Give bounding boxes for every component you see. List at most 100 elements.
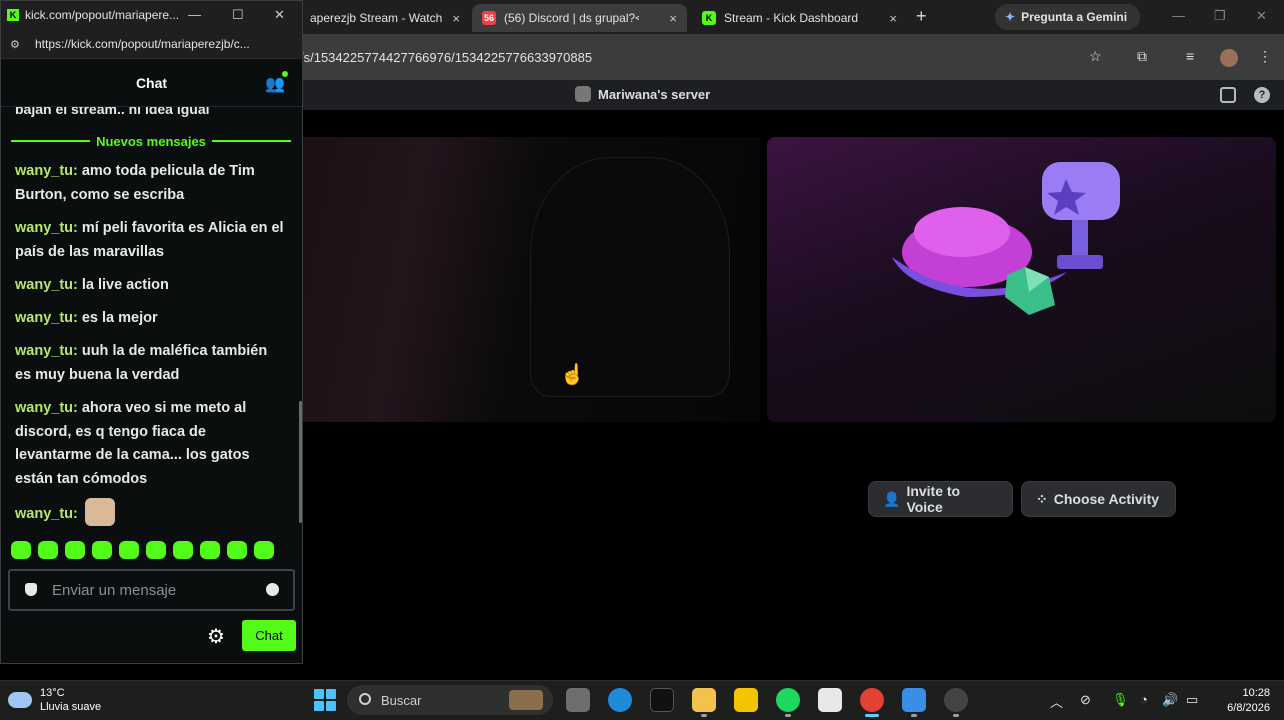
minimize-icon[interactable]: — — [188, 7, 201, 22]
badge-shield-icon[interactable] — [25, 583, 37, 596]
battery-icon[interactable]: ▭ — [1186, 692, 1198, 708]
inbox-icon[interactable] — [1220, 87, 1236, 103]
emote-icon[interactable] — [146, 541, 166, 559]
chat-settings-gear-icon[interactable]: ⚙ — [207, 624, 225, 649]
maximize-icon[interactable]: ❐ — [1214, 8, 1226, 24]
close-window-icon[interactable]: ✕ — [274, 7, 285, 23]
emote-icon[interactable] — [227, 541, 247, 559]
emote-icon[interactable] — [254, 541, 274, 559]
mouse-cursor-icon: ☝ — [560, 364, 585, 386]
trophy-illustration — [892, 162, 1120, 315]
chat-username[interactable]: wany_tu: — [15, 400, 78, 416]
chat-username[interactable]: wany_tu: — [15, 343, 78, 359]
activity-tile — [767, 137, 1276, 422]
wifi-icon[interactable]: ◔ — [1140, 692, 1148, 707]
tab-kick-dashboard[interactable]: K Stream - Kick Dashboard × — [692, 4, 907, 32]
invite-to-voice-button[interactable]: 👤 Invite to Voice — [868, 481, 1013, 517]
start-button[interactable] — [314, 689, 336, 711]
chat-scrollbar[interactable] — [299, 401, 302, 523]
choose-activity-button[interactable]: ⁘ Choose Activity — [1021, 481, 1176, 517]
close-tab-icon[interactable]: × — [452, 11, 460, 26]
profile-avatar[interactable] — [1220, 49, 1238, 67]
extensions-icon[interactable]: ⧉ — [1137, 48, 1147, 65]
store-icon[interactable] — [818, 688, 842, 712]
rain-cloud-icon — [8, 692, 32, 708]
photos-icon[interactable] — [902, 688, 926, 712]
chat-message: wany_tu: la live action — [15, 274, 285, 298]
sticky-notes-icon[interactable] — [734, 688, 758, 712]
location-off-icon[interactable]: ⊘ — [1080, 692, 1091, 708]
tray-chevron-icon[interactable]: ︿ — [1050, 692, 1063, 711]
task-view-icon[interactable] — [566, 688, 590, 712]
chat-message-input[interactable]: Enviar un mensaje — [8, 569, 295, 611]
weather-widget[interactable]: 13°C Lluvia suave — [8, 686, 101, 714]
windows-taskbar — [0, 680, 1284, 720]
close-tab-icon[interactable]: × — [889, 11, 897, 26]
chat-messages[interactable]: bajan el stream.. ni idea igual Nuevos m… — [1, 107, 300, 537]
emote-icon[interactable] — [11, 541, 31, 559]
close-window-icon[interactable]: ✕ — [1256, 8, 1267, 24]
gemini-button[interactable]: ✦ Pregunta a Gemini — [995, 4, 1140, 30]
chat-username[interactable]: wany_tu: — [15, 163, 78, 179]
online-indicator — [282, 71, 288, 77]
emote-quickbar — [11, 541, 291, 561]
clock[interactable]: 10:28 6/8/2026 — [1210, 686, 1270, 716]
users-icon[interactable]: 👥 — [265, 74, 285, 94]
minimize-icon[interactable]: — — [1172, 8, 1185, 23]
chat-username[interactable]: wany_tu: — [15, 310, 78, 326]
server-icon — [575, 86, 591, 102]
emote-icon[interactable] — [119, 541, 139, 559]
chat-message: wany_tu: mí peli favorita es Alicia en el… — [15, 217, 285, 264]
tab-discord[interactable]: 56 (56) Discord | ds grupal?<3 × — [472, 4, 687, 32]
kick-logo-icon: K — [7, 9, 19, 21]
obs-icon[interactable] — [944, 688, 968, 712]
site-settings-icon[interactable]: ⚙ — [10, 38, 22, 51]
chat-username[interactable]: wany_tu: — [15, 220, 78, 236]
chat-message: wany_tu: uuh la de maléfica también es mu… — [15, 340, 285, 387]
chat-username[interactable]: wany_tu: — [15, 506, 78, 522]
file-explorer-icon[interactable] — [692, 688, 716, 712]
chat-username[interactable]: wany_tu: — [15, 277, 78, 293]
chat-header: Chat 👥 — [1, 59, 302, 107]
emote-icon[interactable] — [173, 541, 193, 559]
edge-icon[interactable] — [608, 688, 632, 712]
chrome-icon[interactable] — [860, 688, 884, 712]
server-title: Mariwana's server — [575, 86, 710, 102]
activity-grid-icon: ⁘ — [1036, 490, 1048, 507]
popout-address-bar[interactable]: ⚙ https://kick.com/popout/mariaperezjb/c… — [1, 29, 302, 59]
gemini-icon: ✦ — [1005, 10, 1016, 24]
search-highlight-image — [509, 690, 543, 710]
chat-text: la live action — [81, 277, 169, 293]
search-icon — [359, 693, 371, 705]
tab-kick-watch[interactable]: aperezjb Stream - Watch L × — [300, 4, 470, 32]
tiktok-icon[interactable] — [650, 688, 674, 712]
emote-icon[interactable] — [200, 541, 220, 559]
spotify-icon[interactable] — [776, 688, 800, 712]
menu-kebab-icon[interactable]: ⋮ — [1258, 48, 1272, 65]
kick-chat-popout: K kick.com/popout/mariapere... — ☐ ✕ ⚙ h… — [0, 0, 303, 664]
add-user-icon: 👤 — [883, 490, 901, 507]
close-tab-icon[interactable]: × — [669, 11, 677, 26]
video-stream-tile[interactable] — [300, 137, 760, 422]
chat-message: wany_tu: ahora veo si me meto al discord,… — [15, 397, 285, 491]
emote-icon[interactable] — [92, 541, 112, 559]
bookmark-star-icon[interactable]: ☆ — [1089, 48, 1102, 65]
microphone-icon[interactable]: 🎙 — [1112, 692, 1129, 708]
taskbar-search[interactable]: Buscar — [347, 685, 553, 715]
address-bar[interactable]: /s/1534225774427766976/15342257766339708… — [300, 42, 1080, 72]
emote-icon[interactable] — [65, 541, 85, 559]
chat-message: wany_tu: es la mejor — [15, 307, 285, 331]
discord-favicon-icon: 56 — [482, 11, 496, 25]
maximize-icon[interactable]: ☐ — [232, 7, 244, 23]
kick-favicon-icon: K — [702, 11, 716, 25]
emote-icon[interactable] — [38, 541, 58, 559]
emoji-picker-icon[interactable] — [266, 583, 279, 596]
volume-icon[interactable]: 🔊 — [1162, 692, 1178, 708]
chat-text: es la mejor — [81, 310, 158, 326]
new-tab-button[interactable]: + — [916, 6, 927, 27]
chat-title: Chat — [135, 75, 168, 91]
popout-titlebar: K kick.com/popout/mariapere... — ☐ ✕ — [1, 1, 302, 29]
send-chat-button[interactable]: Chat — [242, 620, 296, 651]
help-icon[interactable]: ? — [1254, 87, 1270, 103]
media-control-icon[interactable]: ≡ — [1186, 48, 1194, 64]
